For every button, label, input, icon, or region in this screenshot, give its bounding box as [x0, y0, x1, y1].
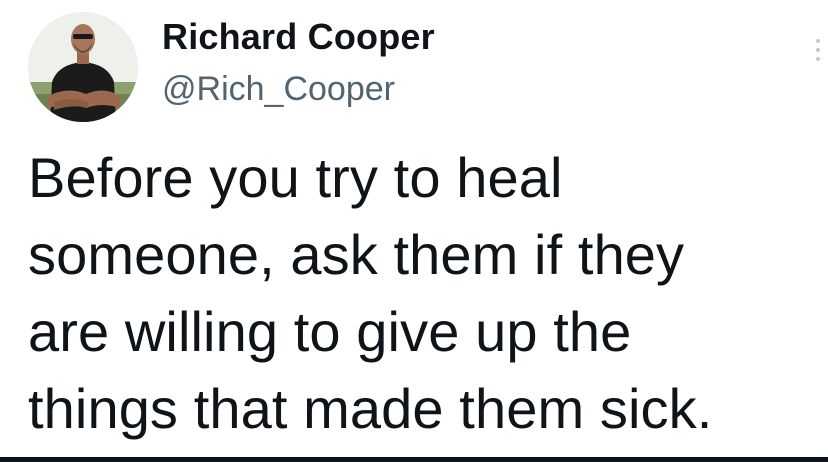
- tweet-text: Before you try to heal someone, ask them…: [28, 146, 713, 440]
- user-info: Richard Cooper @Rich_Cooper: [162, 14, 435, 112]
- avatar[interactable]: [28, 12, 138, 122]
- user-handle[interactable]: @Rich_Cooper: [162, 66, 435, 112]
- vertical-ellipsis-icon: [816, 39, 820, 43]
- divider: [0, 457, 828, 462]
- profile-photo-icon: [28, 12, 138, 122]
- more-options-button[interactable]: [810, 30, 826, 70]
- tweet-card: Richard Cooper @Rich_Cooper Before you t…: [0, 0, 828, 462]
- display-name[interactable]: Richard Cooper: [162, 14, 435, 60]
